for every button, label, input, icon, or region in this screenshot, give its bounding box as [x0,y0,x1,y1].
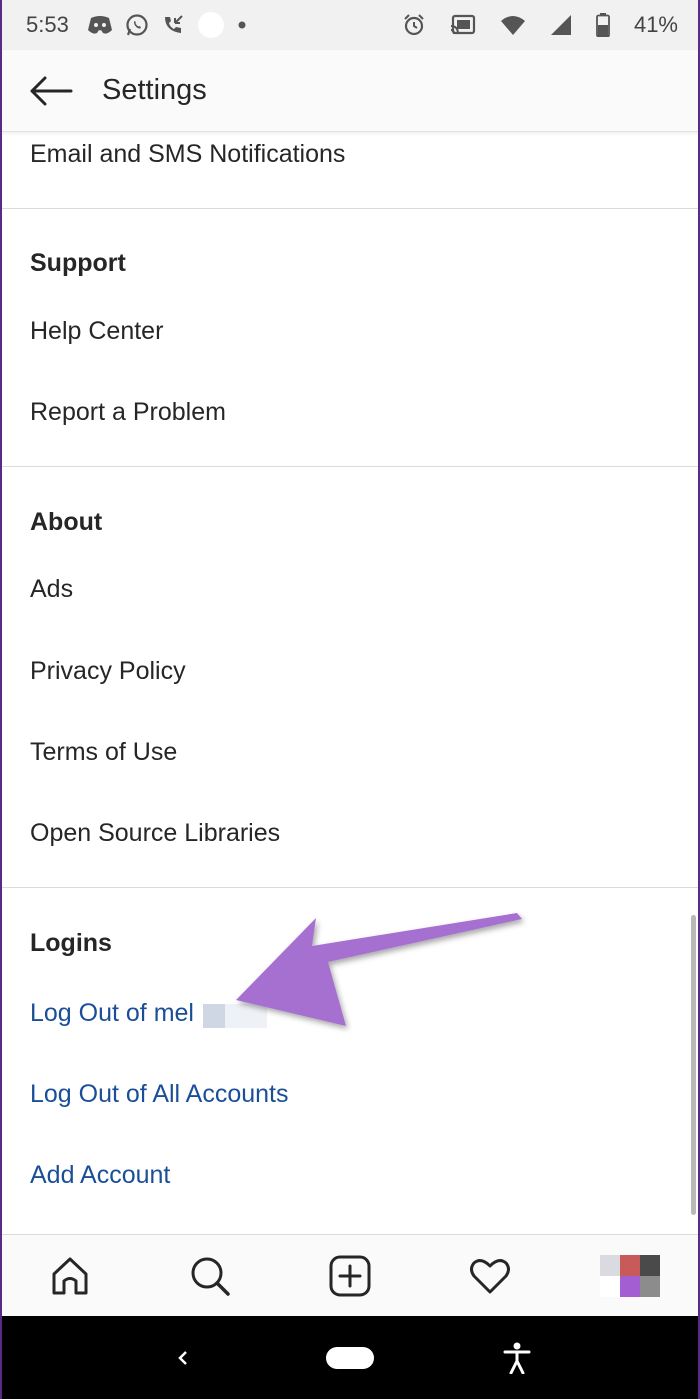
circle-icon [197,11,225,39]
menu-item-privacy-policy[interactable]: Privacy Policy [30,657,186,686]
page-title: Settings [102,74,207,106]
alarm-icon [402,13,426,37]
divider [0,887,700,888]
discord-icon [87,14,113,36]
whatsapp-icon [125,13,149,37]
system-navigation-bar [0,1316,700,1399]
nav-search[interactable] [180,1246,240,1306]
battery-percent: 41% [633,12,678,37]
redacted-username [203,1004,267,1028]
search-icon [191,1257,230,1296]
menu-item-email-sms-notifications[interactable]: Email and SMS Notifications [30,140,345,169]
settings-list[interactable]: Email and SMS Notifications Support Help… [0,132,700,1234]
menu-item-help-center[interactable]: Help Center [30,317,163,346]
nav-home[interactable] [40,1246,100,1306]
system-accessibility-button[interactable] [487,1328,547,1388]
nav-new-post[interactable] [320,1246,380,1306]
home-icon [52,1257,88,1294]
system-back-button[interactable] [153,1328,213,1388]
status-bar: 5:53 41% [0,0,700,50]
section-heading-about: About [30,508,103,536]
menu-item-add-account[interactable]: Add Account [30,1161,170,1190]
nav-profile[interactable] [600,1246,660,1306]
menu-item-log-out-all-accounts[interactable]: Log Out of All Accounts [30,1080,289,1109]
home-pill [325,1346,374,1369]
add-post-icon [329,1255,371,1296]
accessibility-icon [503,1342,531,1374]
system-home-button[interactable] [320,1328,380,1388]
dot-icon [237,20,247,30]
signal-icon [550,14,572,36]
menu-item-log-out-account[interactable]: Log Out of mel [30,999,194,1028]
battery-icon [596,13,610,37]
menu-item-ads[interactable]: Ads [30,575,73,604]
menu-item-open-source-libraries[interactable]: Open Source Libraries [30,819,280,848]
app-header: Settings [0,50,700,132]
nav-activity[interactable] [460,1246,520,1306]
divider [0,208,700,209]
chevron-left-icon [178,1350,188,1365]
back-arrow-icon [30,76,73,105]
cast-icon [450,14,476,36]
heart-icon [470,1258,510,1293]
profile-avatar [600,1254,660,1297]
back-button[interactable] [16,61,86,121]
section-heading-logins: Logins [30,929,112,957]
missed-call-icon [161,13,185,37]
divider [0,466,700,467]
menu-item-report-problem[interactable]: Report a Problem [30,398,226,427]
wifi-icon [500,14,526,36]
menu-item-terms-of-use[interactable]: Terms of Use [30,738,177,767]
section-heading-support: Support [30,249,126,277]
status-time: 5:53 [26,12,69,37]
scrollbar[interactable] [691,915,696,1215]
bottom-navigation [0,1234,700,1316]
